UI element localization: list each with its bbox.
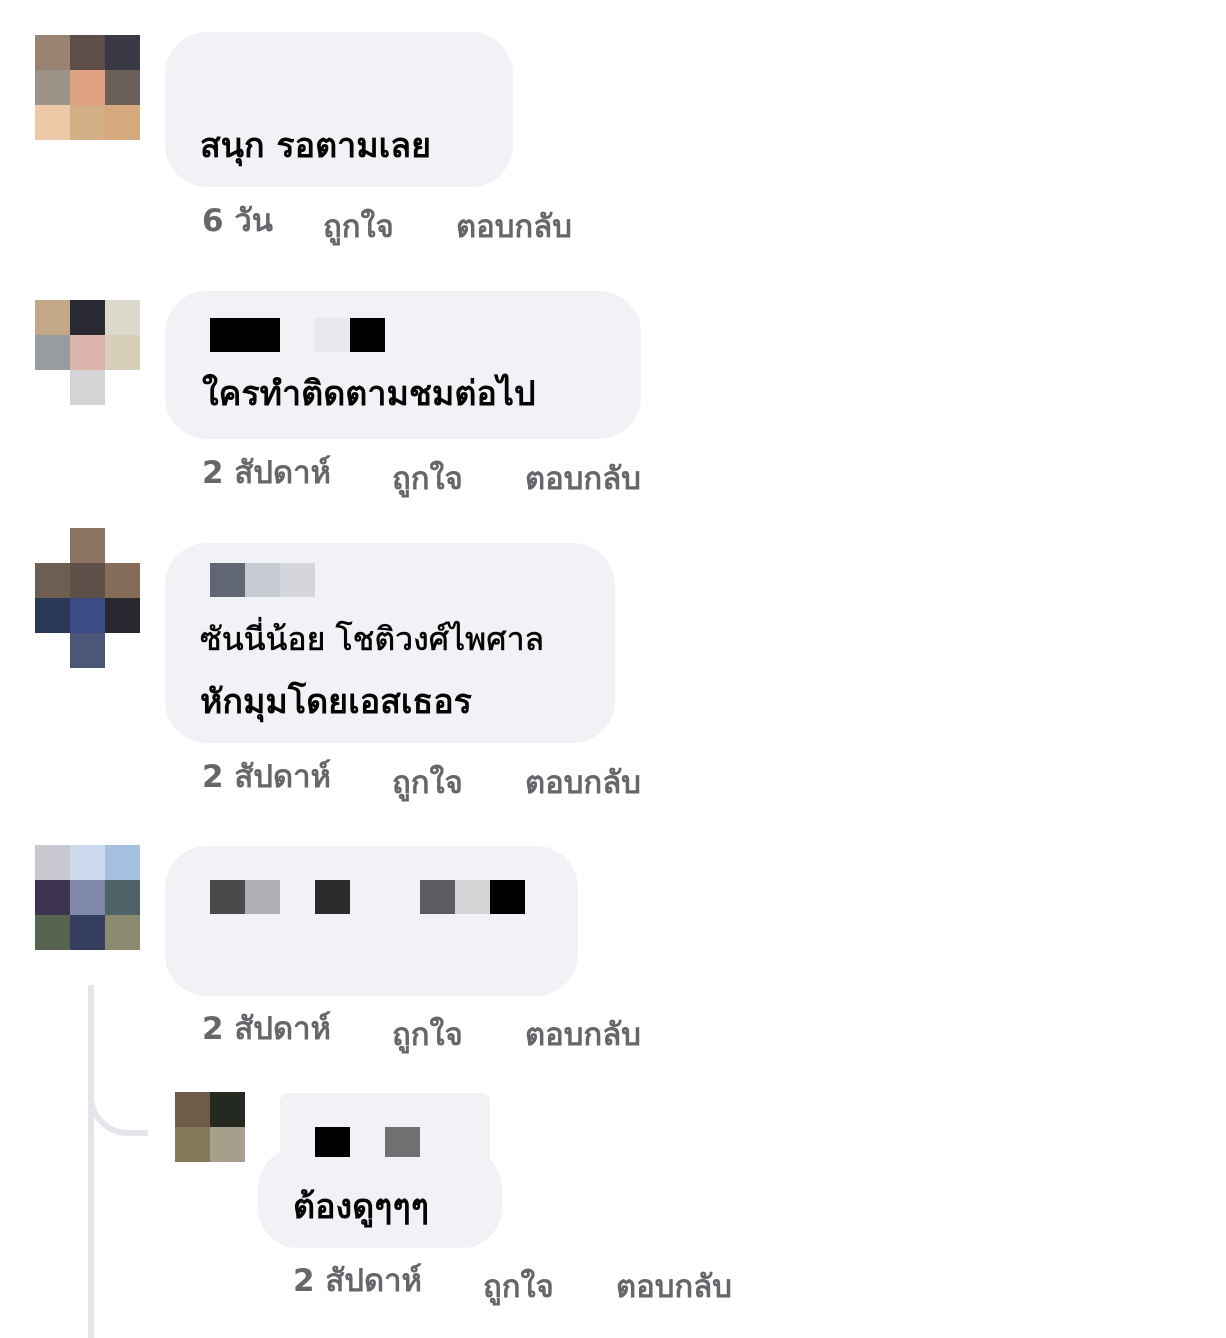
- redacted-author-name: [315, 318, 350, 352]
- reply-button[interactable]: ตอบกลับ: [616, 1267, 732, 1307]
- reply-thread-curve: [88, 1080, 148, 1136]
- reply-text: ต้องดูๆๆๆ: [293, 1187, 429, 1227]
- like-button[interactable]: ถูกใจ: [392, 1015, 463, 1055]
- like-button[interactable]: ถูกใจ: [392, 763, 463, 803]
- redacted-author-name[interactable]: [210, 318, 280, 352]
- comment-text: หักมุมโดยเอสเธอร: [200, 682, 472, 722]
- redacted-author-name[interactable]: [210, 563, 245, 597]
- reply-thread-line: [88, 985, 94, 1338]
- redacted-author-name: [315, 880, 350, 914]
- redacted-author-name: [245, 563, 280, 597]
- reply-button[interactable]: ตอบกลับ: [456, 207, 572, 247]
- redacted-author-name: [490, 880, 525, 914]
- reply-button[interactable]: ตอบกลับ: [525, 459, 641, 499]
- avatar[interactable]: [175, 1092, 245, 1162]
- redacted-author-name: [280, 563, 315, 597]
- comment-timestamp[interactable]: 2 สัปดาห์: [202, 757, 331, 797]
- redacted-author-name[interactable]: [210, 880, 245, 914]
- comment-timestamp[interactable]: 2 สัปดาห์: [202, 1009, 331, 1049]
- redacted-author-name: [350, 318, 385, 352]
- like-button[interactable]: ถูกใจ: [483, 1267, 554, 1307]
- comment-timestamp[interactable]: 6 วัน: [202, 201, 273, 241]
- redacted-author-name: [245, 880, 280, 914]
- redacted-author-name[interactable]: [315, 1127, 350, 1157]
- reply-timestamp[interactable]: 2 สัปดาห์: [293, 1261, 422, 1301]
- comment-bubble: [165, 846, 578, 996]
- avatar[interactable]: [35, 528, 140, 668]
- comment-text: ใครทำติดตามชมต่อไป: [202, 374, 536, 414]
- comment-text: สนุก รอตามเลย: [200, 126, 432, 166]
- like-button[interactable]: ถูกใจ: [323, 207, 394, 247]
- redacted-author-name: [420, 880, 455, 914]
- redacted-author-name: [385, 1127, 420, 1157]
- reply-button[interactable]: ตอบกลับ: [525, 1015, 641, 1055]
- avatar[interactable]: [35, 845, 140, 950]
- redacted-author-name: [455, 880, 490, 914]
- avatar[interactable]: [35, 300, 140, 405]
- reply-button[interactable]: ตอบกลับ: [525, 763, 641, 803]
- comment-bubble: [165, 291, 641, 439]
- avatar[interactable]: [35, 35, 140, 140]
- like-button[interactable]: ถูกใจ: [392, 459, 463, 499]
- comment-text: ซันนี่น้อย โชติวงศ์ไพศาล: [200, 620, 545, 659]
- comment-timestamp[interactable]: 2 สัปดาห์: [202, 453, 331, 493]
